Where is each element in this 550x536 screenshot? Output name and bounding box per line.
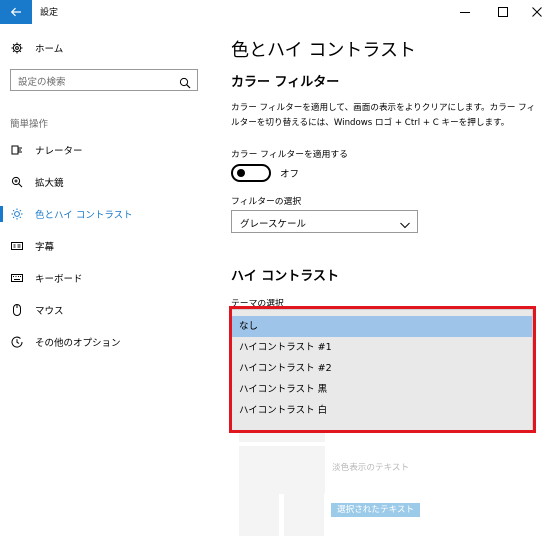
page-title: 色とハイ コントラスト <box>231 40 417 61</box>
close-button[interactable] <box>520 0 550 24</box>
color-contrast-icon <box>10 207 24 221</box>
sidebar-item-label: 色とハイ コントラスト <box>35 210 133 221</box>
sidebar-item-label: マウス <box>35 306 64 317</box>
minimize-button[interactable] <box>448 0 482 24</box>
sidebar: ホーム 設定の検索 簡単操作 ナレーター 拡大鏡 色とハイ コントラスト 字幕 <box>0 24 208 536</box>
mouse-icon <box>10 303 24 317</box>
close-icon <box>532 7 542 17</box>
keyboard-icon <box>10 271 24 285</box>
sidebar-item-home[interactable]: ホーム <box>0 34 208 62</box>
other-options-icon <box>10 335 24 349</box>
filter-select[interactable]: グレースケール <box>231 210 418 233</box>
sidebar-item-mouse[interactable]: マウス <box>0 296 208 324</box>
gear-icon <box>10 41 24 55</box>
closed-captions-icon <box>10 239 24 253</box>
filter-select-label: フィルターの選択 <box>231 197 302 207</box>
back-button[interactable] <box>0 0 32 24</box>
sidebar-item-label: ナレーター <box>35 146 83 157</box>
search-icon[interactable] <box>179 74 191 93</box>
sidebar-item-closed-captions[interactable]: 字幕 <box>0 232 208 260</box>
sidebar-item-label: 拡大鏡 <box>35 178 64 189</box>
toggle-knob <box>237 169 245 177</box>
minimize-icon <box>460 12 470 13</box>
color-filter-toggle-state: オフ <box>280 169 300 180</box>
preview-selected-text: 選択されたテキスト <box>331 503 421 517</box>
preview-disabled-text: 淡色表示のテキスト <box>332 463 410 473</box>
back-arrow-icon <box>10 7 21 17</box>
color-filter-description: カラー フィルターを適用して、画面の表示をよりクリアにします。カラー フィルター… <box>231 103 536 128</box>
sidebar-item-narrator[interactable]: ナレーター <box>0 136 208 164</box>
section-label: 簡単操作 <box>10 119 49 130</box>
preview-tile <box>239 446 325 494</box>
app-title: 設定 <box>40 8 59 18</box>
sidebar-item-label: キーボード <box>35 274 83 285</box>
main-content: 色とハイ コントラスト カラー フィルター カラー フィルターを適用して、画面の… <box>208 24 550 536</box>
preview-tile <box>239 492 279 536</box>
color-filter-toggle[interactable] <box>231 164 271 182</box>
sidebar-item-label: ホーム <box>35 44 64 55</box>
highlight-frame <box>229 306 536 433</box>
chevron-down-icon <box>399 216 411 235</box>
sidebar-item-label: その他のオプション <box>35 338 121 349</box>
title-bar: 設定 <box>0 0 550 24</box>
sidebar-item-keyboard[interactable]: キーボード <box>0 264 208 292</box>
selection-indicator <box>0 206 3 222</box>
maximize-icon <box>498 7 508 17</box>
sidebar-item-other-options[interactable]: その他のオプション <box>0 328 208 356</box>
maximize-button[interactable] <box>486 0 520 24</box>
preview-tile <box>284 492 324 536</box>
magnifier-icon <box>10 175 24 189</box>
search-input[interactable]: 設定の検索 <box>10 69 198 91</box>
color-filter-toggle-label: カラー フィルターを適用する <box>231 150 348 160</box>
sidebar-item-magnifier[interactable]: 拡大鏡 <box>0 168 208 196</box>
color-filter-heading: カラー フィルター <box>231 75 340 90</box>
sidebar-item-color-contrast[interactable]: 色とハイ コントラスト <box>0 200 208 228</box>
filter-select-value: グレースケール <box>240 219 307 230</box>
sidebar-item-label: 字幕 <box>35 242 55 253</box>
search-placeholder: 設定の検索 <box>18 77 66 88</box>
high-contrast-heading: ハイ コントラスト <box>231 269 340 284</box>
narrator-icon <box>10 143 24 157</box>
